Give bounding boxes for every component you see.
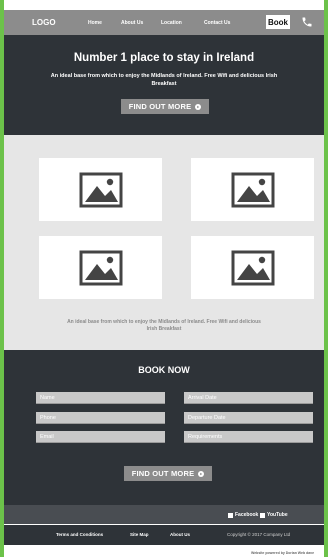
hero-subtitle: An ideal base from which to enjoy the Mi… (50, 73, 278, 87)
booking-title: BOOK NOW (138, 365, 190, 375)
gallery-image-1[interactable] (39, 158, 162, 221)
nav-link-contact-us[interactable]: Contact Us (204, 20, 230, 26)
image-placeholder-icon (231, 172, 274, 207)
requirements-field[interactable]: Requirements (184, 431, 313, 443)
gallery-caption: An ideal base from which to enjoy the Mi… (67, 319, 261, 332)
book-button[interactable]: Book (266, 15, 290, 29)
footer-links: Terms and Conditions Site Map About Us C… (4, 525, 324, 545)
youtube-label: YouTube (267, 512, 288, 518)
footer-link-about-us[interactable]: About Us (170, 532, 190, 537)
gallery-image-3[interactable] (39, 236, 162, 299)
image-placeholder-icon (231, 250, 274, 285)
hero-section: Number 1 place to stay in Ireland An ide… (4, 35, 324, 135)
hero-title: Number 1 place to stay in Ireland (73, 52, 255, 64)
powered-by-bar: Website powered by Dorian Web dave (4, 545, 324, 557)
facebook-link[interactable]: Facebook (228, 512, 258, 518)
arrival-date-field[interactable]: Arrival Date (184, 392, 313, 404)
facebook-icon (228, 512, 233, 518)
nav-link-location[interactable]: Location (161, 20, 182, 26)
copyright-text: Copyright © 2017 Company Ltd (227, 532, 291, 537)
facebook-label: Facebook (235, 512, 259, 518)
play-arrow-icon (198, 470, 205, 477)
hero-find-out-more-button[interactable]: FIND OUT MORE (121, 99, 209, 114)
top-nav: LOGO Home About Us Location Contact Us B… (4, 10, 324, 35)
nav-link-about-us[interactable]: About Us (121, 20, 143, 26)
phone-field[interactable]: Phone (36, 412, 165, 424)
footer-link-sitemap[interactable]: Site Map (130, 532, 149, 537)
page-frame: LOGO Home About Us Location Contact Us B… (0, 0, 328, 557)
youtube-icon (260, 512, 265, 518)
nav-link-home[interactable]: Home (88, 20, 102, 26)
image-placeholder-icon (79, 250, 122, 285)
powered-by-text: Website powered by Dorian Web dave (251, 551, 315, 555)
gallery-section: An ideal base from which to enjoy the Mi… (4, 135, 324, 350)
logo[interactable]: LOGO (32, 18, 56, 27)
booking-button-label: FIND OUT MORE (131, 469, 195, 478)
play-arrow-icon (195, 103, 202, 110)
booking-section: BOOK NOW Name Phone Email Arrival Date D… (4, 350, 324, 505)
hero-button-label: FIND OUT MORE (128, 102, 192, 111)
booking-find-out-more-button[interactable]: FIND OUT MORE (124, 466, 212, 481)
name-field[interactable]: Name (36, 392, 165, 404)
phone-icon[interactable] (301, 16, 313, 28)
social-bar: Facebook YouTube (4, 505, 324, 524)
image-placeholder-icon (79, 172, 122, 207)
gallery-image-4[interactable] (191, 236, 314, 299)
footer-link-terms[interactable]: Terms and Conditions (56, 532, 103, 537)
email-field[interactable]: Email (36, 431, 165, 443)
youtube-link[interactable]: YouTube (260, 512, 288, 518)
departure-date-field[interactable]: Departure Date (184, 412, 313, 424)
gallery-image-2[interactable] (191, 158, 314, 221)
